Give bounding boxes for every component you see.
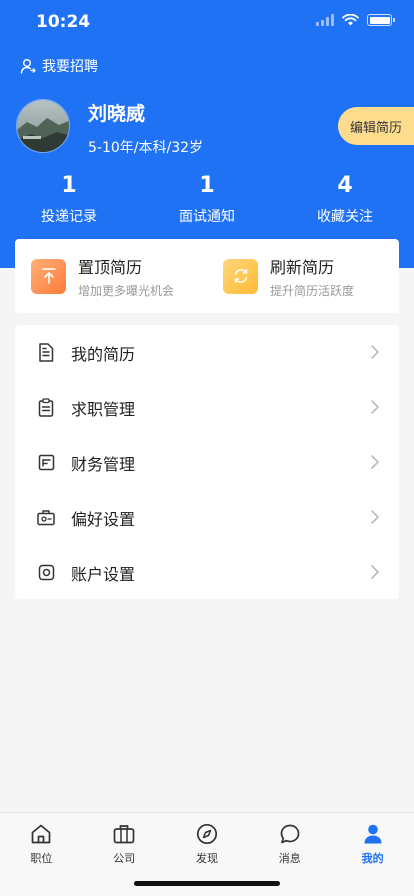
tab-label: 公司 bbox=[113, 852, 136, 865]
home-indicator bbox=[134, 881, 280, 886]
menu-item-label: 我的简历 bbox=[71, 344, 136, 364]
profile-info: 5-10年/本科/32岁 bbox=[88, 140, 204, 156]
tab-label: 职位 bbox=[30, 852, 53, 865]
avatar[interactable] bbox=[16, 99, 70, 153]
arrow-up-icon bbox=[31, 258, 66, 294]
avatar-photo bbox=[17, 100, 69, 152]
stat-label: 面试通知 bbox=[179, 209, 235, 225]
profile-header: 10:24 我要招聘 刘晓威 5-10年/本科/32岁 编辑简历 1 投递记录 … bbox=[0, 0, 414, 268]
home-icon bbox=[29, 822, 53, 846]
wifi-icon bbox=[342, 14, 359, 26]
status-icons bbox=[316, 14, 395, 26]
refresh-icon bbox=[223, 258, 258, 294]
compass-icon bbox=[195, 822, 219, 846]
tab-mine[interactable]: 我的 bbox=[331, 813, 414, 896]
stat-favorites[interactable]: 4 收藏关注 bbox=[276, 172, 414, 226]
stat-value: 1 bbox=[61, 173, 77, 198]
chat-icon bbox=[278, 822, 302, 846]
menu-item-label: 账户设置 bbox=[71, 564, 136, 584]
stat-value: 4 bbox=[337, 173, 353, 198]
battery-icon bbox=[367, 14, 395, 26]
stat-value: 1 bbox=[199, 173, 215, 198]
menu-item-label: 偏好设置 bbox=[71, 509, 136, 529]
edit-resume-button[interactable]: 编辑简历 bbox=[338, 107, 414, 145]
recruit-link[interactable]: 我要招聘 bbox=[20, 56, 98, 76]
briefcase-settings-icon bbox=[37, 508, 55, 528]
chevron-right-icon bbox=[371, 345, 379, 359]
status-bar: 10:24 bbox=[0, 0, 414, 46]
promo-title: 刷新简历 bbox=[270, 257, 335, 277]
wallet-icon bbox=[37, 453, 55, 473]
user-icon bbox=[361, 822, 385, 846]
account-icon bbox=[37, 563, 55, 583]
profile-name: 刘晓威 bbox=[88, 103, 146, 125]
clipboard-icon bbox=[37, 398, 55, 418]
tab-label: 发现 bbox=[195, 852, 218, 865]
briefcase-icon bbox=[112, 822, 136, 846]
promo-title: 置顶简历 bbox=[78, 257, 143, 277]
menu-item-finance-management[interactable]: 财务管理 bbox=[15, 435, 399, 490]
stat-applications[interactable]: 1 投递记录 bbox=[0, 172, 138, 226]
menu-item-account-settings[interactable]: 账户设置 bbox=[15, 545, 399, 600]
chevron-right-icon bbox=[371, 400, 379, 414]
settings-menu: 我的简历 求职管理 财务管理 偏好设置 账户设置 bbox=[15, 325, 399, 599]
stat-label: 收藏关注 bbox=[317, 209, 373, 225]
promo-desc: 增加更多曝光机会 bbox=[78, 283, 175, 298]
chevron-right-icon bbox=[371, 565, 379, 579]
promo-top-resume[interactable]: 置顶简历 增加更多曝光机会 bbox=[15, 254, 207, 299]
chevron-right-icon bbox=[371, 455, 379, 469]
menu-item-label: 财务管理 bbox=[71, 454, 136, 474]
menu-item-label: 求职管理 bbox=[71, 399, 136, 419]
user-switch-icon bbox=[20, 59, 36, 74]
tab-label: 我的 bbox=[361, 852, 384, 865]
promo-refresh-resume[interactable]: 刷新简历 提升简历活跃度 bbox=[207, 254, 399, 299]
promo-card: 置顶简历 增加更多曝光机会 刷新简历 提升简历活跃度 bbox=[15, 239, 399, 313]
stat-interviews[interactable]: 1 面试通知 bbox=[138, 172, 276, 226]
menu-item-job-management[interactable]: 求职管理 bbox=[15, 380, 399, 435]
status-time: 10:24 bbox=[36, 12, 91, 32]
menu-item-preferences[interactable]: 偏好设置 bbox=[15, 490, 399, 545]
cellular-signal-icon bbox=[316, 14, 334, 26]
stats-row: 1 投递记录 1 面试通知 4 收藏关注 bbox=[0, 172, 414, 226]
chevron-right-icon bbox=[371, 510, 379, 524]
menu-item-my-resume[interactable]: 我的简历 bbox=[15, 325, 399, 380]
document-icon bbox=[37, 343, 55, 363]
stat-label: 投递记录 bbox=[41, 209, 97, 225]
recruit-label: 我要招聘 bbox=[42, 59, 98, 75]
tab-jobs[interactable]: 职位 bbox=[0, 813, 83, 896]
tab-label: 消息 bbox=[278, 852, 301, 865]
promo-desc: 提升简历活跃度 bbox=[270, 283, 355, 298]
